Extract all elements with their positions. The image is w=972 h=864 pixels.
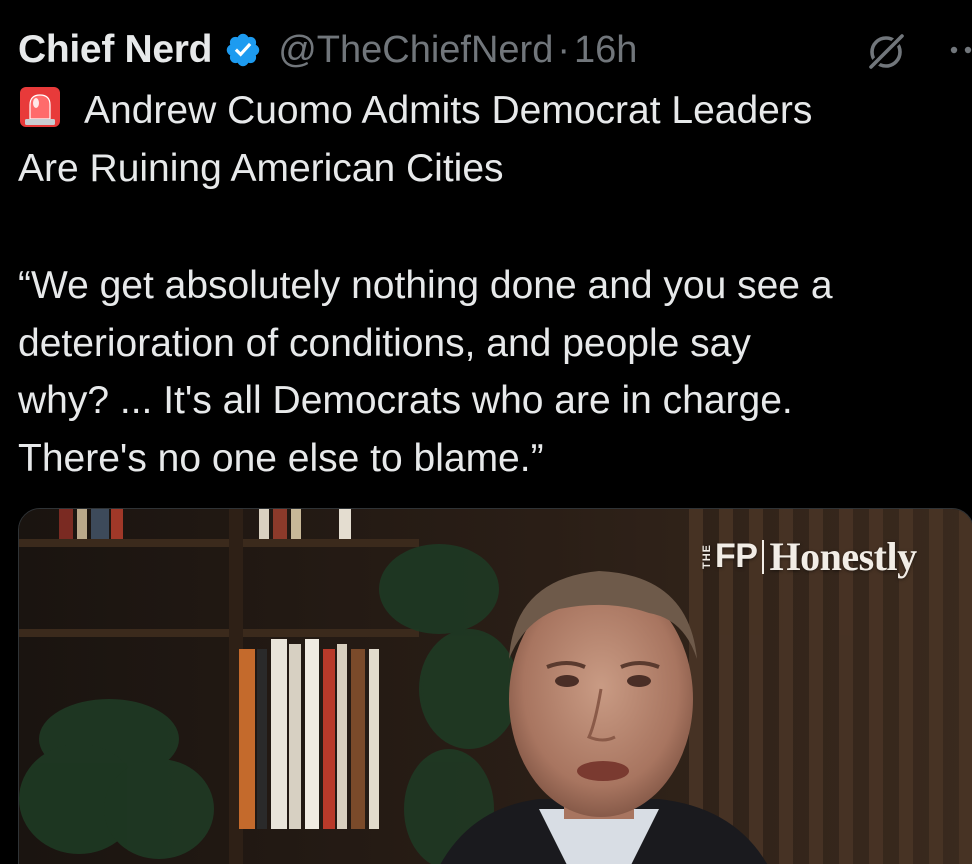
tweet-header: Chief Nerd @TheChiefNerd · 16h [18, 22, 972, 78]
timestamp[interactable]: 16h [574, 29, 637, 72]
headline-text-1: Andrew Cuomo Admits Democrat Leaders [84, 89, 813, 132]
quote-line-2: deterioration of conditions, and people … [18, 321, 751, 365]
honestly-watermark: THE FP Honestly [701, 533, 917, 580]
author-display-name[interactable]: Chief Nerd [18, 28, 213, 72]
watermark-name: Honestly [769, 534, 917, 579]
watermark-the: THE [701, 544, 713, 569]
grok-icon[interactable] [862, 28, 910, 76]
media-video-thumbnail[interactable]: THE FP Honestly [18, 508, 972, 864]
verified-badge-icon[interactable] [224, 31, 262, 69]
headline-line: Andrew Cuomo Admits Democrat Leaders [18, 82, 963, 140]
author-handle[interactable]: @TheChiefNerd [278, 29, 553, 72]
tweet[interactable]: Chief Nerd @TheChiefNerd · 16h Andrew Cu [0, 0, 972, 864]
rotating-light-icon [20, 87, 60, 127]
quote-line-1: “We get absolutely nothing done and you … [18, 264, 833, 307]
quote-line-3: why? ... It's all Democrats who are in c… [18, 379, 793, 422]
watermark-fp: FP [715, 537, 758, 575]
more-icon[interactable] [946, 28, 972, 72]
watermark-divider [762, 539, 765, 574]
tweet-text: Andrew Cuomo Admits Democrat Leaders Are… [18, 82, 963, 487]
headline-text-2: Are Ruining American Cities [18, 146, 504, 190]
separator-dot: · [557, 28, 570, 71]
quote-line-4: There's no one else to blame.” [18, 436, 544, 480]
